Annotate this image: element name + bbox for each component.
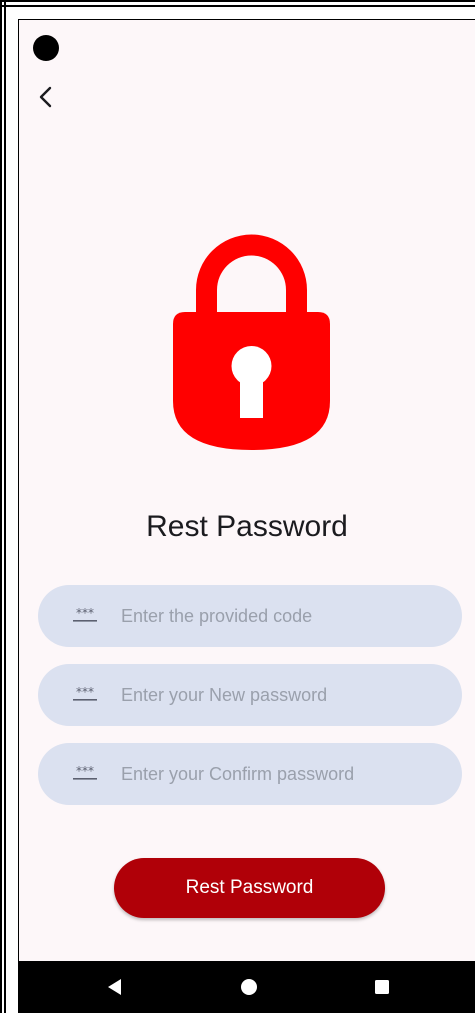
camera-cutout-icon [33,35,59,61]
reset-password-button[interactable]: Rest Password [114,858,385,918]
device-frame: Rest Password *** *** *** Rest Password [0,0,475,1013]
password-dots-icon: *** [73,685,97,701]
password-dots-icon: *** [73,764,97,780]
new-password-input[interactable] [121,684,441,706]
home-circle-icon [241,979,257,995]
back-button[interactable] [31,80,61,114]
system-navigation-bar [19,961,475,1013]
confirm-password-field[interactable]: *** [38,743,462,805]
recents-square-icon [375,980,389,994]
svg-text:***: *** [76,764,94,778]
code-field[interactable]: *** [38,585,462,647]
frame-left-border [0,0,6,1013]
nav-back-button[interactable] [85,961,145,1013]
svg-text:***: *** [76,606,94,620]
code-input[interactable] [121,605,441,627]
nav-home-button[interactable] [219,961,279,1013]
confirm-password-input[interactable] [121,763,441,785]
new-password-field[interactable]: *** [38,664,462,726]
frame-top-border [0,0,475,7]
lock-icon [173,234,330,450]
back-triangle-icon [108,979,121,995]
svg-text:***: *** [76,685,94,699]
nav-recents-button[interactable] [352,961,412,1013]
chevron-left-icon [39,86,52,108]
password-dots-icon: *** [73,606,97,622]
page-title: Rest Password [146,510,348,543]
app-screen: Rest Password *** *** *** Rest Password [19,20,475,1013]
